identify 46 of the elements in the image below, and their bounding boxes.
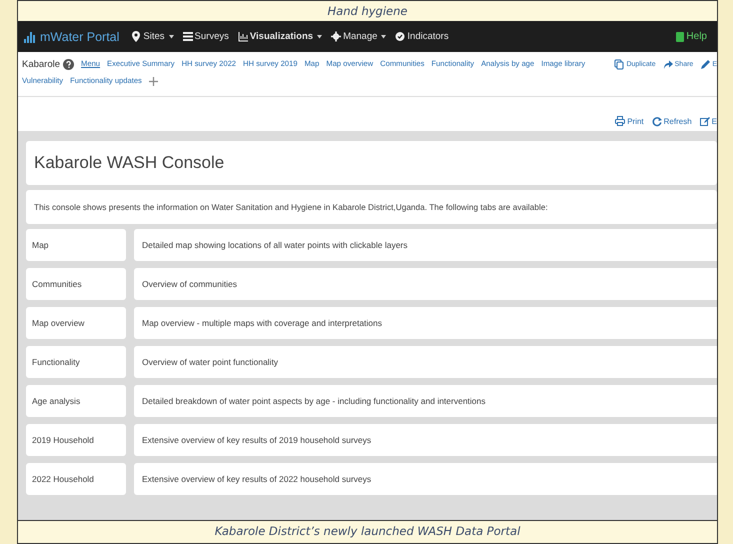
table-cell: Extensive overview of key results of 2022 household surveys xyxy=(134,463,717,495)
line-chart-icon xyxy=(238,31,248,42)
console-title: Kabarole WASH Console xyxy=(26,141,717,185)
share-arrow-icon xyxy=(662,59,673,70)
settings-icon xyxy=(331,31,342,42)
site-name: Kabarole xyxy=(22,58,60,70)
table-cell: Detailed map showing locations of all water points with clickable layers xyxy=(134,229,717,261)
table-cell: Map overview - multiple maps with coverage and interpretations xyxy=(134,307,717,339)
table-cell: Overview of water point functionality xyxy=(134,346,717,378)
nav-menu-item[interactable]: Manage xyxy=(331,31,386,42)
table-cell: Detailed breakdown of water point aspects by age - including functionality and interventions xyxy=(134,385,717,417)
table-cell: Communities xyxy=(26,268,126,300)
bar-chart-icon xyxy=(24,30,38,42)
refresh-icon xyxy=(652,116,662,126)
brand-link[interactable]: mWater Portal xyxy=(24,30,120,44)
toolbar-link[interactable]: E xyxy=(700,111,717,131)
print-icon xyxy=(615,116,626,126)
table-cell: Overview of communities xyxy=(134,268,717,300)
toolbar-link[interactable]: Refresh xyxy=(652,111,692,131)
edit-icon xyxy=(700,116,710,126)
table-cell: Age analysis xyxy=(26,385,126,417)
copy-icon xyxy=(614,59,624,70)
table-cell: Map overview xyxy=(26,307,126,339)
table-cell: 2022 Household xyxy=(26,463,126,495)
help-icon[interactable] xyxy=(63,58,74,70)
caret-icon xyxy=(381,34,386,38)
table-cell: Map xyxy=(26,229,126,261)
nav-menu-item[interactable]: Sites xyxy=(131,31,174,42)
table-cell: Functionality xyxy=(26,346,126,378)
toolbar-link[interactable]: Print xyxy=(615,111,644,131)
caret-icon xyxy=(317,34,322,38)
nav-menu-item[interactable]: Surveys xyxy=(182,31,229,42)
table-cell: Extensive overview of key results of 2019 household surveys xyxy=(134,424,717,456)
help-button[interactable]: Help xyxy=(676,31,707,42)
list-icon xyxy=(182,31,193,42)
table-cell: 2019 Household xyxy=(26,424,126,456)
pin-icon xyxy=(131,31,142,42)
add-tab-icon[interactable] xyxy=(148,76,158,86)
caret-icon xyxy=(168,34,174,38)
check-circle-icon xyxy=(395,31,406,42)
figure-caption: Kabarole District’s newly launched WASH Data Portal xyxy=(18,520,717,543)
nav-menu-item[interactable]: Visualizations xyxy=(238,31,322,42)
pencil-icon xyxy=(700,59,710,70)
console-intro: This console shows presents the information on Water Sanitation and Hygiene in Kabarole District,Uganda. The following tabs are available: xyxy=(26,190,717,224)
nav-menu-item[interactable]: Indicators xyxy=(395,31,449,42)
book-icon xyxy=(676,32,684,42)
